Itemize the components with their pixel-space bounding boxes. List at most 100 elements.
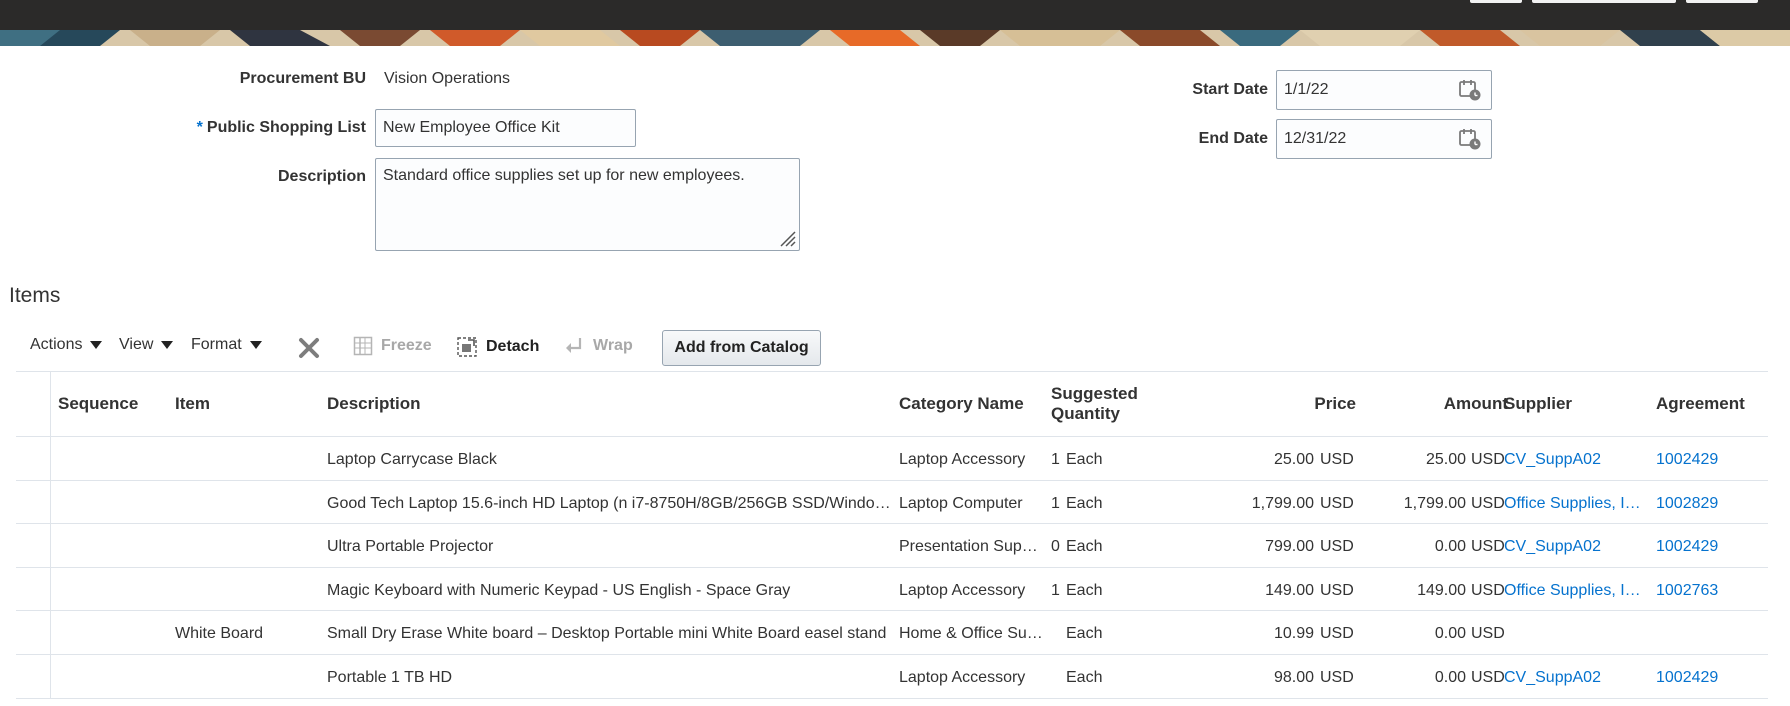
supplier-link[interactable]: CV_SuppA02 — [1504, 538, 1644, 556]
required-marker: * — [196, 119, 203, 136]
header-button[interactable] — [1686, 0, 1758, 3]
format-menu[interactable]: Format — [191, 336, 262, 354]
cell-amount-currency: USD — [1471, 538, 1505, 555]
cell-amount: 25.00 — [1425, 451, 1466, 468]
column-header-supplier[interactable]: Supplier — [1504, 394, 1572, 414]
cell-amount: 0.00 — [1434, 538, 1466, 555]
agreement-link[interactable]: 1002763 — [1656, 582, 1756, 600]
global-header — [0, 0, 1790, 30]
description-label: Description — [277, 168, 366, 185]
add-from-catalog-button[interactable]: Add from Catalog — [662, 330, 821, 366]
row-header-divider — [50, 371, 51, 699]
start-date-label: Start Date — [1192, 81, 1268, 98]
view-menu-label: View — [119, 336, 154, 353]
freeze-button[interactable]: Freeze — [353, 336, 432, 356]
grid-rule — [16, 480, 1768, 481]
cell-category: Laptop Accessory — [899, 582, 1026, 599]
column-header-description[interactable]: Description — [327, 394, 421, 414]
cell-price-currency: USD — [1320, 538, 1354, 555]
view-menu[interactable]: View — [119, 336, 174, 354]
freeze-label: Freeze — [381, 337, 432, 354]
cell-uom: Each — [1066, 625, 1103, 642]
cell-price: 25.00 — [1273, 451, 1314, 468]
chevron-down-icon — [90, 341, 103, 349]
chevron-down-icon — [249, 341, 262, 349]
calendar-icon[interactable] — [1458, 78, 1482, 102]
actions-menu-label: Actions — [30, 336, 83, 353]
description-text: Standard office supplies set up for new … — [383, 167, 745, 184]
cell-amount: 0.00 — [1434, 625, 1466, 642]
cell-amount: 1,799.00 — [1403, 495, 1466, 512]
column-header-item[interactable]: Item — [175, 394, 210, 414]
supplier-link[interactable]: Office Supplies, Inc. — [1504, 495, 1644, 513]
procurement-bu-label: Procurement BU — [239, 70, 366, 87]
grid-rule — [16, 698, 1768, 699]
detach-icon — [457, 337, 477, 357]
freeze-icon — [353, 336, 373, 356]
cell-quantity: 1 — [1051, 495, 1060, 512]
column-header-suggested-quantity[interactable]: Suggested Quantity — [1051, 384, 1138, 424]
items-table: Sequence Item Description Category Name … — [16, 371, 1768, 699]
cell-uom: Each — [1066, 669, 1103, 686]
shopping-list-label-text: Public Shopping List — [206, 119, 366, 136]
cell-price-currency: USD — [1320, 582, 1354, 599]
format-menu-label: Format — [191, 336, 242, 353]
delete-icon[interactable] — [298, 337, 320, 359]
cell-price: 149.00 — [1265, 582, 1314, 599]
detach-button[interactable]: Detach — [456, 336, 539, 358]
cell-amount-currency: USD — [1471, 625, 1505, 642]
wrap-icon — [566, 338, 582, 353]
wrap-button[interactable]: Wrap — [565, 336, 633, 356]
shopping-list-input[interactable] — [375, 109, 636, 147]
column-header-amount[interactable]: Amount — [1366, 394, 1508, 414]
detach-label: Detach — [486, 338, 540, 355]
agreement-link[interactable]: 1002829 — [1656, 495, 1756, 513]
cell-description: Ultra Portable Projector — [327, 538, 494, 555]
grid-rule — [16, 436, 1768, 437]
cell-price: 1,799.00 — [1251, 495, 1314, 512]
grid-rule — [16, 610, 1768, 611]
supplier-link[interactable]: CV_SuppA02 — [1504, 451, 1644, 469]
grid-rule — [16, 371, 1768, 372]
description-textarea[interactable]: Standard office supplies set up for new … — [375, 158, 800, 251]
cell-category: Laptop Accessory — [899, 451, 1026, 468]
cell-category: Laptop Computer — [899, 495, 1023, 512]
cell-price-currency: USD — [1320, 451, 1354, 468]
calendar-icon[interactable] — [1458, 127, 1482, 151]
agreement-link[interactable]: 1002429 — [1656, 451, 1756, 469]
items-section-title: Items — [9, 284, 61, 307]
cell-description: Magic Keyboard with Numeric Keypad - US … — [327, 582, 791, 599]
column-header-suggested-line2: Quantity — [1051, 404, 1120, 423]
header-button[interactable] — [1470, 0, 1522, 3]
cell-uom: Each — [1066, 538, 1103, 555]
column-header-sequence[interactable]: Sequence — [58, 394, 138, 414]
column-header-price[interactable]: Price — [1196, 394, 1356, 414]
grid-rule — [16, 654, 1768, 655]
resize-grip-icon[interactable] — [775, 226, 797, 248]
supplier-link[interactable]: CV_SuppA02 — [1504, 669, 1644, 687]
cell-amount-currency: USD — [1471, 582, 1505, 599]
cell-description: Portable 1 TB HD — [327, 669, 453, 686]
actions-menu[interactable]: Actions — [30, 336, 103, 354]
column-header-category[interactable]: Category Name — [899, 394, 1024, 414]
cell-description: Good Tech Laptop 15.6-inch HD Laptop (n … — [327, 495, 897, 512]
cell-category: Home & Office Supplies — [899, 625, 1045, 642]
chevron-down-icon — [161, 341, 174, 349]
cell-uom: Each — [1066, 582, 1103, 599]
procurement-bu-value: Vision Operations — [384, 70, 510, 87]
cell-amount-currency: USD — [1471, 669, 1505, 686]
cell-price-currency: USD — [1320, 669, 1354, 686]
cell-quantity: 1 — [1051, 582, 1060, 599]
agreement-link[interactable]: 1002429 — [1656, 538, 1756, 556]
column-header-agreement[interactable]: Agreement — [1656, 394, 1745, 414]
end-date-label: End Date — [1198, 130, 1268, 147]
cell-quantity: 0 — [1051, 538, 1060, 555]
cell-uom: Each — [1066, 451, 1103, 468]
shopping-list-label: * Public Shopping List — [150, 119, 366, 137]
header-button[interactable] — [1532, 0, 1676, 3]
cell-description: Laptop Carrycase Black — [327, 451, 497, 468]
cell-amount: 149.00 — [1417, 582, 1466, 599]
supplier-link[interactable]: Office Supplies, Inc. — [1504, 582, 1644, 600]
agreement-link[interactable]: 1002429 — [1656, 669, 1756, 687]
cell-description: Small Dry Erase White board – Desktop Po… — [327, 625, 887, 642]
